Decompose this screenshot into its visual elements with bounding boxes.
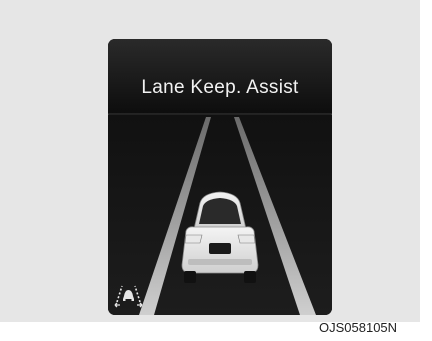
display-title: Lane Keep. Assist bbox=[141, 77, 299, 98]
figure-code: OJS058105N bbox=[319, 320, 398, 335]
instrument-cluster-display: Lane Keep. Assist bbox=[108, 39, 332, 315]
